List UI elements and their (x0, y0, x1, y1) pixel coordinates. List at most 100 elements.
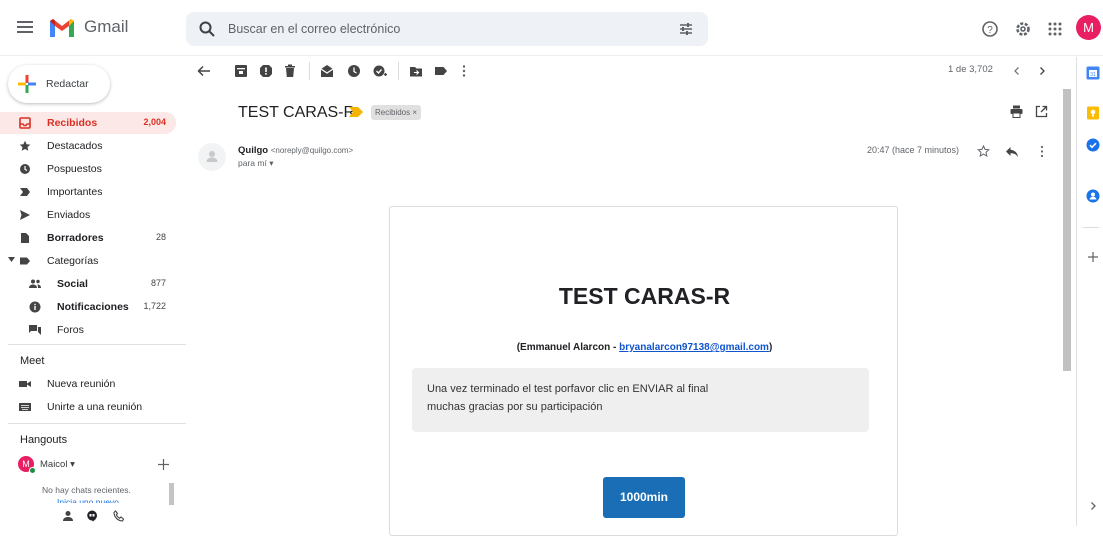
recipient-line[interactable]: para mí ▾ (238, 158, 273, 169)
sidebar-scrollbar[interactable] (169, 483, 174, 505)
sidebar-item-new-meeting[interactable]: Nueva reunión (0, 373, 176, 395)
sidebar-item-label: Destacados (47, 140, 103, 152)
report-spam-icon[interactable] (259, 64, 273, 78)
sidebar-item-forums[interactable]: Foros (0, 319, 176, 341)
sidebar-item-label: Pospuestos (47, 163, 102, 175)
sidebar-item-important[interactable]: Importantes (0, 181, 176, 203)
apps-grid-icon[interactable] (1046, 20, 1064, 38)
help-icon[interactable]: ? (981, 20, 999, 38)
sender-name[interactable]: Quilgo (238, 145, 268, 156)
archive-icon[interactable] (234, 64, 248, 78)
important-icon (19, 186, 31, 198)
reply-icon[interactable] (1005, 145, 1019, 158)
print-icon[interactable] (1010, 105, 1023, 118)
sidebar-item-label: Foros (57, 324, 84, 336)
sidebar-item-starred[interactable]: Destacados (0, 135, 176, 157)
sidebar-item-label: Recibidos (47, 117, 98, 129)
sidebar-item-join-meeting[interactable]: Unirte a una reunión (0, 396, 176, 418)
label-icon (19, 255, 31, 267)
author-email-link[interactable]: bryanalarcon97138@gmail.com (619, 342, 769, 353)
compose-label: Redactar (46, 78, 89, 90)
search-bar[interactable]: Buscar en el correo electrónico (186, 12, 708, 46)
hangouts-section-title: Hangouts (20, 434, 68, 446)
sidebar-item-label: Borradores (47, 232, 104, 244)
hangouts-icon[interactable] (86, 510, 98, 522)
sidebar-item-categories[interactable]: Categorías (0, 250, 176, 272)
snooze-clock-icon[interactable] (347, 64, 361, 78)
phone-icon[interactable] (113, 510, 125, 522)
sidebar-item-label: Unirte a una reunión (47, 401, 143, 413)
gmail-logo[interactable] (48, 17, 76, 39)
send-icon (19, 209, 31, 221)
keep-notes-icon[interactable] (1086, 106, 1100, 120)
sender-avatar (198, 143, 226, 171)
inbox-icon (19, 117, 31, 129)
settings-gear-icon[interactable] (1014, 20, 1032, 38)
sidebar-item-label: Enviados (47, 209, 91, 221)
email-body-title: TEST CARAS-R (558, 283, 731, 309)
back-arrow-icon[interactable] (197, 64, 211, 78)
sender: Quilgo <noreply@quilgo.com> (238, 145, 353, 156)
video-icon (19, 378, 31, 390)
inbox-label-chip[interactable]: Recibidos × (371, 105, 422, 120)
author-line: (Emmanuel Alarcon - bryanalarcon97138@gm… (390, 342, 899, 353)
sidebar-item-sent[interactable]: Enviados (0, 204, 176, 226)
toolbar-separator (309, 62, 310, 80)
calendar-icon[interactable]: 31 (1086, 66, 1100, 80)
draft-count: 28 (155, 232, 166, 242)
move-to-icon[interactable] (409, 64, 423, 78)
sidebar-item-updates[interactable]: Notificaciones 1,722 (0, 296, 176, 318)
sidebar-item-inbox[interactable]: Recibidos 2,004 (0, 112, 176, 134)
important-marker-icon[interactable] (349, 107, 363, 117)
side-panel: 31 (1076, 57, 1103, 526)
no-recent-chats-text: No hay chats recientes. (42, 485, 131, 495)
pagination-text: 1 de 3,702 (948, 64, 993, 75)
email-subject: TEST CARAS-R (238, 104, 356, 121)
start-new-chat-link[interactable]: Inicia uno nuevo (57, 497, 119, 503)
hangouts-user-name[interactable]: Maicol ▾ (40, 459, 75, 470)
more-options-icon[interactable] (1036, 145, 1048, 158)
top-bar: Gmail Buscar en el correo electrónico ? … (0, 0, 1103, 56)
sidebar-item-snoozed[interactable]: Pospuestos (0, 158, 176, 180)
star-message-icon[interactable] (977, 145, 990, 158)
sidebar-item-drafts[interactable]: Borradores 28 (0, 227, 176, 249)
person-icon[interactable] (62, 510, 74, 522)
author-suffix: ) (768, 342, 773, 353)
sidebar-item-label: Nueva reunión (47, 378, 116, 390)
main-menu-icon[interactable] (14, 16, 36, 38)
author-prefix: (Emmanuel Alarcon - (516, 342, 620, 353)
start-test-button[interactable]: 1000min (603, 477, 685, 518)
hangouts-user-label: Maicol (40, 459, 68, 470)
compose-button[interactable]: Redactar (8, 65, 110, 103)
search-input[interactable]: Buscar en el correo electrónico (228, 22, 400, 36)
search-options-icon[interactable] (678, 21, 694, 37)
sidebar-item-label: Social (57, 278, 88, 290)
add-chat-icon[interactable] (158, 459, 169, 470)
people-icon (29, 278, 41, 290)
star-icon (19, 140, 31, 152)
search-icon[interactable] (198, 20, 216, 38)
forum-icon (29, 324, 41, 336)
open-new-window-icon[interactable] (1035, 105, 1048, 118)
contacts-icon[interactable] (1086, 189, 1100, 203)
delete-icon[interactable] (283, 64, 297, 78)
sidebar-item-social[interactable]: Social 877 (0, 273, 176, 295)
caret-down-icon[interactable] (8, 257, 15, 263)
tasks-icon[interactable] (1086, 138, 1100, 152)
updates-count: 1,722 (143, 301, 166, 311)
chevron-right-icon[interactable] (1035, 64, 1049, 78)
social-count: 877 (150, 278, 166, 288)
label-as-icon[interactable] (434, 64, 448, 78)
content-scrollbar[interactable] (1063, 89, 1071, 371)
more-vert-icon[interactable] (457, 64, 471, 78)
sender-email: <noreply@quilgo.com> (270, 146, 354, 155)
add-task-icon[interactable] (373, 64, 387, 78)
toolbar-separator (398, 62, 399, 80)
mark-unread-icon[interactable] (320, 64, 334, 78)
account-avatar[interactable]: M (1076, 15, 1101, 40)
svg-text:?: ? (987, 25, 993, 36)
chevron-left-icon[interactable] (1010, 64, 1024, 78)
expand-panel-chevron-icon[interactable] (1086, 499, 1100, 513)
add-addon-icon[interactable] (1086, 250, 1100, 264)
panel-divider (1083, 227, 1099, 228)
